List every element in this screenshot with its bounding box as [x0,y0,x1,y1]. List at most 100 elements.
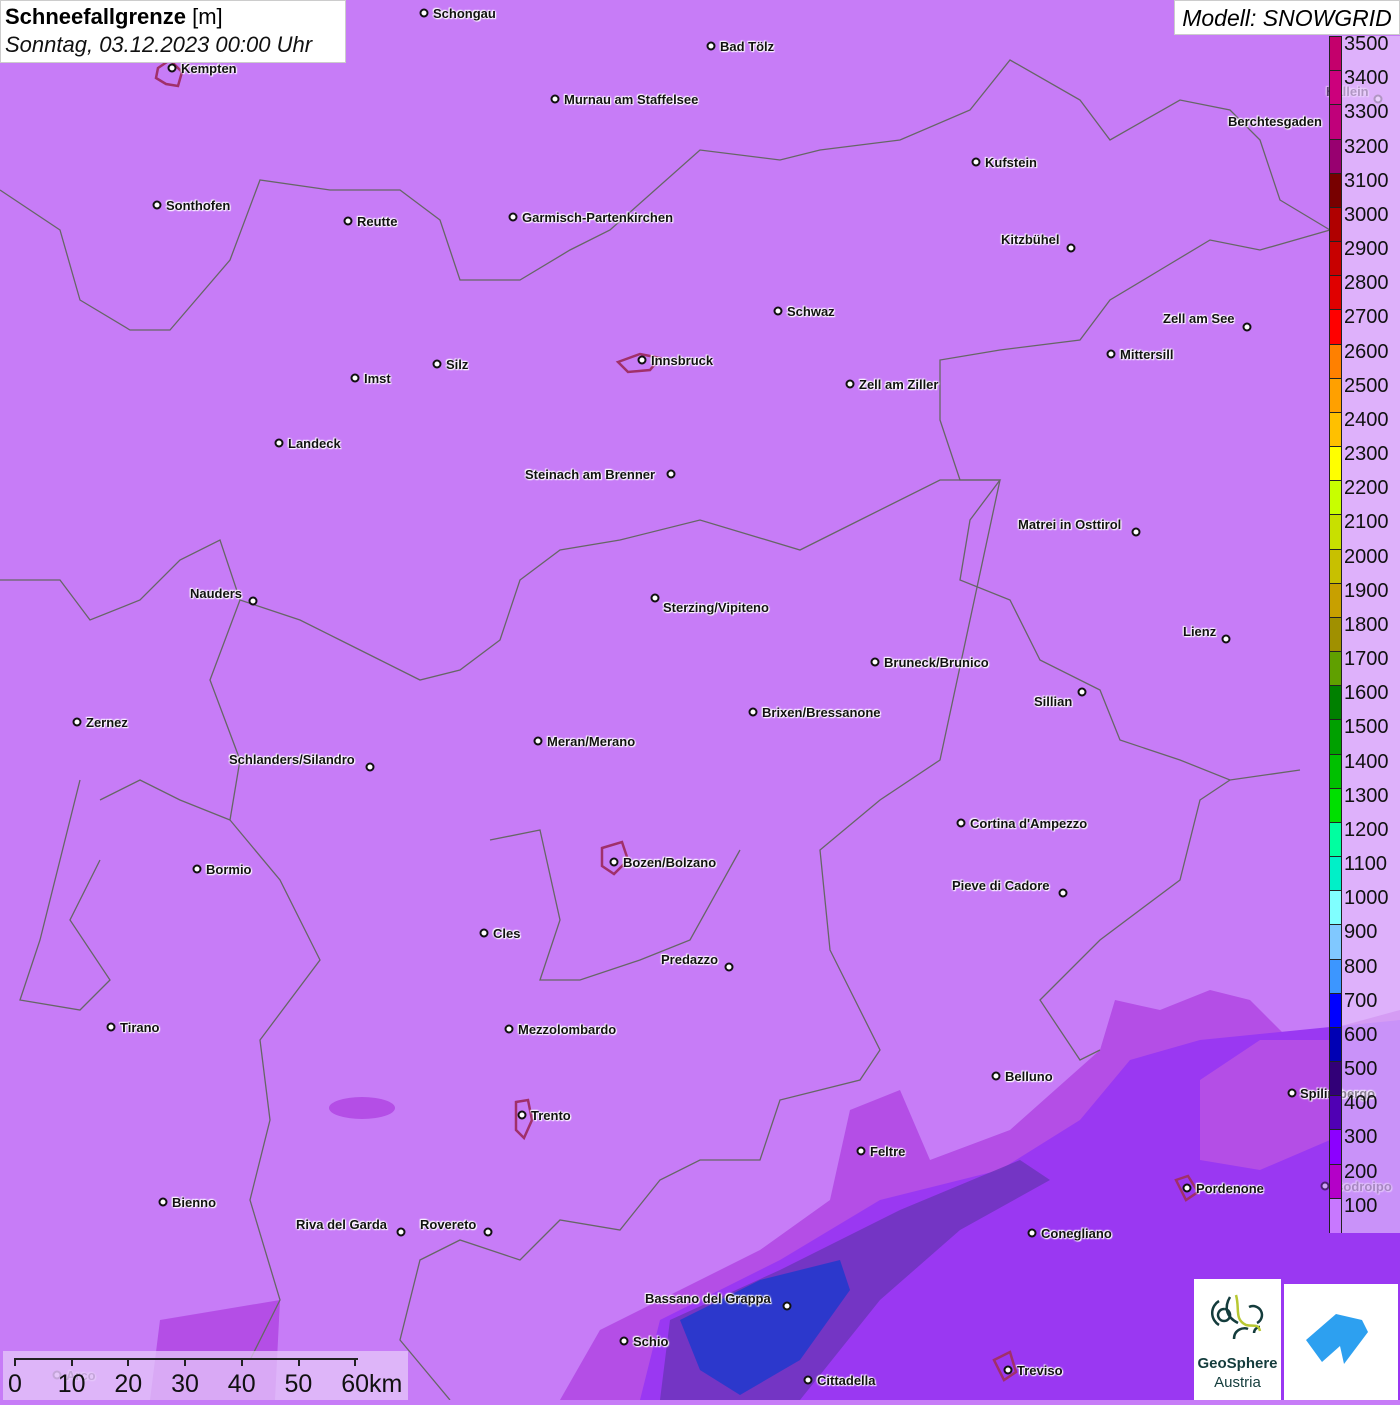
legend-swatch [1329,651,1342,687]
legend-label: 2700 [1344,306,1389,329]
city-label: Bozen/Bolzano [623,855,717,870]
scale-tick [354,1358,357,1366]
scale-tick [70,1358,73,1366]
legend-swatch [1329,514,1342,550]
city-dot-icon [1066,243,1076,253]
legend-label: 800 [1344,955,1378,978]
legend-label: 2100 [1344,511,1389,534]
scale-label: 0 [8,1370,22,1398]
city-label: Meran/Merano [547,734,636,749]
city-dot-icon [1242,322,1252,332]
city-label: Zell am See [1163,311,1235,326]
legend-swatch [1329,890,1342,926]
legend-label: 1900 [1344,579,1389,602]
city-label: Bad Tölz [720,39,775,54]
city-label: Schlanders/Silandro [229,752,355,767]
scale-line [15,1358,358,1360]
legend-swatch [1329,616,1342,653]
geosphere-logo[interactable]: GeoSphere Austria [1194,1279,1281,1400]
city-label: Kempten [181,61,237,76]
geosphere-name: GeoSphere [1197,1355,1278,1372]
legend-label: 2600 [1344,340,1389,363]
city-label: Brixen/Bressanone [762,705,881,720]
city-dot-icon [396,1227,406,1237]
city-dot-icon [192,864,202,874]
legend-swatch [1329,753,1342,789]
legend-label: 3500 [1344,33,1389,55]
city-dot-icon [1287,1088,1297,1098]
city-dot-icon [167,63,177,73]
scale-tick [184,1358,187,1366]
city-dot-icon [637,355,647,365]
city-dot-icon [343,216,353,226]
city-label: Rovereto [420,1217,477,1232]
city-label: Cortina d'Ampezzo [970,816,1088,831]
city-dot-icon [782,1301,792,1311]
city-dot-icon [1027,1228,1037,1238]
city-label: Imst [364,371,391,386]
city-label: Schwaz [787,304,835,319]
city-dot-icon [706,41,716,51]
legend-swatch [1329,138,1342,174]
legend-swatch [1329,241,1342,277]
legend-swatch [1329,787,1342,823]
legend-label: 200 [1344,1160,1378,1183]
legend-label: 1100 [1344,853,1388,876]
city-dot-icon [845,379,855,389]
title-box: Schneefallgrenze [m] Sonntag, 03.12.2023… [0,0,346,63]
city-label: Steinach am Brenner [525,467,656,482]
city-dot-icon [870,657,880,667]
scale-tick [240,1358,243,1366]
legend-label: 3100 [1344,169,1389,192]
city-dot-icon [158,1197,168,1207]
legend-label: 2800 [1344,272,1389,295]
legend-label: 1700 [1344,648,1389,671]
scale-label: 60km [341,1370,403,1398]
snowgrid-logo[interactable] [1284,1284,1398,1400]
legend-label: 3200 [1344,135,1389,158]
scale-label: 50 [284,1370,313,1398]
city-label: Bassano del Grappa [645,1291,771,1306]
legend-label: 2000 [1344,545,1389,568]
legend-swatch [1329,1061,1342,1097]
legend-label: 1600 [1344,682,1389,705]
legend-swatch [1329,821,1342,858]
geosphere-swirl-icon [1210,1294,1264,1340]
city-label: Kitzbühel [1001,232,1060,247]
city-dot-icon [609,857,619,867]
city-dot-icon [748,707,758,717]
legend-swatch [1329,856,1342,892]
city-label: Pieve di Cadore [952,878,1050,893]
city-dot-icon [248,596,258,606]
city-label: Treviso [1017,1363,1063,1378]
city-dot-icon [1077,687,1087,697]
legend-swatch [1329,958,1342,994]
city-dot-icon [274,438,284,448]
city-label: Predazzo [661,952,719,967]
city-label: Riva del Garda [296,1217,388,1232]
scale-label: 10 [57,1370,86,1398]
legend-label: 2400 [1344,408,1389,431]
city-label: Bormio [206,862,252,877]
legend-swatch [1329,446,1342,482]
city-dot-icon [106,1022,116,1032]
legend-swatch [1329,582,1342,618]
geosphere-country: Austria [1214,1374,1261,1391]
city-label: Zernez [86,715,128,730]
legend-label: 900 [1344,921,1378,944]
city-label: Kufstein [985,155,1037,170]
legend-label: 400 [1344,1092,1378,1115]
legend-label: 500 [1344,1058,1378,1081]
legend-swatch [1329,924,1342,960]
city-dot-icon [504,1024,514,1034]
city-label: Pordenone [1196,1181,1264,1196]
legend-label: 100 [1344,1194,1378,1217]
city-label: Lienz [1183,624,1217,639]
city-label: Bienno [172,1195,217,1210]
legend-swatch [1329,309,1342,345]
city-dot-icon [365,762,375,772]
city-dot-icon [1182,1183,1192,1193]
city-dot-icon [432,359,442,369]
legend-swatch [1329,343,1342,379]
city-label: Sillian [1034,694,1073,709]
